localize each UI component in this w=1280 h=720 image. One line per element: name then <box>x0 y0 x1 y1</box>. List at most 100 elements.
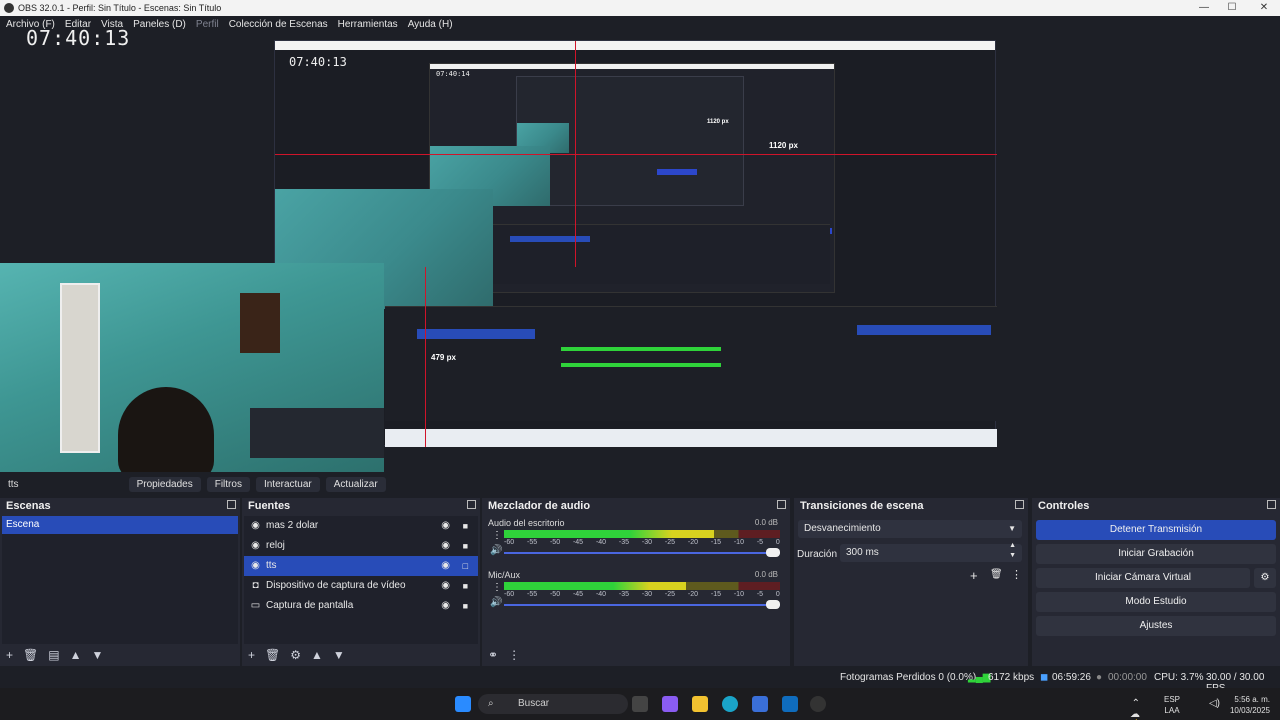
start-virtual-camera-button[interactable]: Iniciar Cámara Virtual <box>1036 568 1250 588</box>
filters-button[interactable]: Filtros <box>206 476 250 492</box>
studio-mode-button[interactable]: Modo Estudio <box>1036 592 1276 612</box>
file-explorer-icon[interactable] <box>692 696 708 712</box>
close-button[interactable]: ✕ <box>1250 0 1278 16</box>
menu-scene-collection[interactable]: Colección de Escenas <box>229 19 328 30</box>
source-row[interactable]: ▭ Captura de pantalla ◉ ■ <box>244 596 478 616</box>
outlook-icon[interactable] <box>782 696 798 712</box>
menu-tools[interactable]: Herramientas <box>338 19 398 30</box>
lock-icon[interactable]: ■ <box>463 576 468 596</box>
volume-slider[interactable] <box>504 548 780 557</box>
task-view-icon[interactable] <box>632 696 648 712</box>
chevron-up-icon[interactable]: ▲ <box>311 648 323 662</box>
duration-label: Duración <box>797 549 838 560</box>
volume-slider[interactable] <box>504 600 780 609</box>
interact-button[interactable]: Interactuar <box>255 476 320 492</box>
record-time: 00:00:00 <box>1108 672 1147 683</box>
undock-icon[interactable] <box>777 500 786 509</box>
eye-icon[interactable]: ◉ <box>441 556 450 576</box>
lock-icon[interactable]: ■ <box>463 516 468 536</box>
eye-icon[interactable]: ◉ <box>441 596 450 616</box>
tick: -55 <box>526 539 538 546</box>
tray-icons[interactable]: ⌃ ☁ ⚡ <box>1128 698 1140 720</box>
eye-icon[interactable]: ◉ <box>441 536 450 556</box>
link-icon[interactable]: ⚭ <box>488 648 498 662</box>
settings-button[interactable]: Ajustes <box>1036 616 1276 636</box>
lock-icon[interactable]: □ <box>463 556 468 576</box>
selected-source-name: tts <box>8 478 19 490</box>
stepper-icon[interactable]: ▲ ▼ <box>1009 541 1016 561</box>
preview-canvas[interactable]: 07:40:13 07:40:13 07:40:14 1120 px 1120 … <box>0 26 1280 479</box>
transition-select-value: Desvanecimiento <box>804 523 881 534</box>
start-icon[interactable] <box>455 696 471 712</box>
speaker-icon[interactable]: 🔊 <box>490 597 502 608</box>
volume-icon[interactable]: ◁) <box>1209 698 1220 709</box>
source-row[interactable]: ◉ mas 2 dolar ◉ ■ <box>244 516 478 536</box>
volume-slider-knob[interactable] <box>766 600 780 609</box>
meter-ticks: -60 -55 -50 -45 -40 -35 -30 -25 -20 -15 -10 -5 0 <box>504 591 780 599</box>
source-row[interactable]: ◉ reloj ◉ ■ <box>244 536 478 556</box>
transitions-dock: Transiciones de escena Desvanecimiento ▼… <box>794 498 1028 666</box>
scene-item-escena[interactable]: Escena <box>2 516 238 534</box>
meter-level <box>504 530 714 538</box>
undock-icon[interactable] <box>467 500 476 509</box>
taskbar-search[interactable]: ⌕ Buscar <box>478 694 628 714</box>
tick: -60 <box>504 539 515 546</box>
filter-icon[interactable]: ▤ <box>48 648 59 662</box>
guide-px-label: 1120 px <box>769 141 798 150</box>
transition-select[interactable]: Desvanecimiento ▼ <box>798 520 1022 538</box>
more-icon[interactable]: ⋮ <box>492 530 502 541</box>
add-icon[interactable]: + <box>6 648 13 662</box>
duration-value: 300 ms <box>846 547 879 558</box>
lock-icon[interactable]: ■ <box>463 596 468 616</box>
gear-icon[interactable]: ⚙ <box>290 648 301 662</box>
duration-input[interactable]: 300 ms ▲ ▼ <box>840 541 1022 562</box>
start-recording-button[interactable]: Iniciar Grabación <box>1036 544 1276 564</box>
more-icon[interactable]: ⋮ <box>492 582 502 593</box>
source-row[interactable]: ◉ tts ◉ □ <box>244 556 478 576</box>
store-icon[interactable] <box>752 696 768 712</box>
lock-icon[interactable]: ■ <box>463 536 468 556</box>
chevron-down-icon[interactable]: ▼ <box>333 648 345 662</box>
scenes-header: Escenas <box>0 498 240 514</box>
trash-icon[interactable]: 🗑 <box>990 569 1003 580</box>
eye-icon[interactable]: ◉ <box>441 516 450 536</box>
volume-slider-knob[interactable] <box>766 548 780 557</box>
refresh-button[interactable]: Actualizar <box>325 476 386 492</box>
title-bar: OBS 32.0.1 - Perfil: Sin Título - Escena… <box>0 0 1280 16</box>
minimize-button[interactable]: — <box>1190 0 1218 16</box>
undock-icon[interactable] <box>1267 500 1276 509</box>
mixer-title: Mezclador de audio <box>488 500 591 512</box>
properties-button[interactable]: Propiedades <box>128 476 201 492</box>
menu-docks[interactable]: Paneles (D) <box>133 19 186 30</box>
trash-icon[interactable]: 🗑 <box>265 648 280 662</box>
eye-icon[interactable]: ◉ <box>441 576 450 596</box>
obs-taskbar-icon[interactable] <box>810 696 826 712</box>
add-icon[interactable]: + <box>248 648 255 662</box>
chevron-down-icon[interactable]: ▼ <box>91 648 103 662</box>
undock-icon[interactable] <box>1015 500 1024 509</box>
language-indicator[interactable]: ESP LAA <box>1164 694 1180 716</box>
copilot-icon[interactable] <box>662 696 678 712</box>
trash-icon[interactable]: 🗑 <box>23 648 38 662</box>
speaker-icon[interactable]: 🔊 <box>490 545 502 556</box>
guide-px-label-side: 479 px <box>431 353 456 362</box>
maximize-button[interactable]: ☐ <box>1218 0 1246 16</box>
edge-icon[interactable] <box>722 696 738 712</box>
stop-streaming-button[interactable]: Detener Transmisión <box>1036 520 1276 540</box>
virtual-camera-settings-button[interactable]: ⚙ <box>1254 568 1276 588</box>
more-icon[interactable]: ⋮ <box>508 648 520 662</box>
tick: -5 <box>756 591 764 598</box>
windows-taskbar: ⌕ Buscar ⌃ ☁ ⚡ ESP LAA ◁) 5:56 a. m. 10/… <box>0 688 1280 720</box>
add-icon[interactable]: + <box>970 568 978 583</box>
tick: -55 <box>526 591 538 598</box>
more-icon[interactable]: ⋮ <box>1011 568 1022 581</box>
clock-area[interactable]: 5:56 a. m. 10/03/2025 <box>1220 694 1270 716</box>
chevron-up-icon[interactable]: ▲ <box>70 648 82 662</box>
tick: -5 <box>756 539 764 546</box>
menu-help[interactable]: Ayuda (H) <box>408 19 453 30</box>
tick: -50 <box>549 539 561 546</box>
tick: -40 <box>595 591 607 598</box>
source-row[interactable]: ◘ Dispositivo de captura de vídeo ◉ ■ <box>244 576 478 596</box>
menu-profile[interactable]: Perfil <box>196 19 219 30</box>
undock-icon[interactable] <box>227 500 236 509</box>
